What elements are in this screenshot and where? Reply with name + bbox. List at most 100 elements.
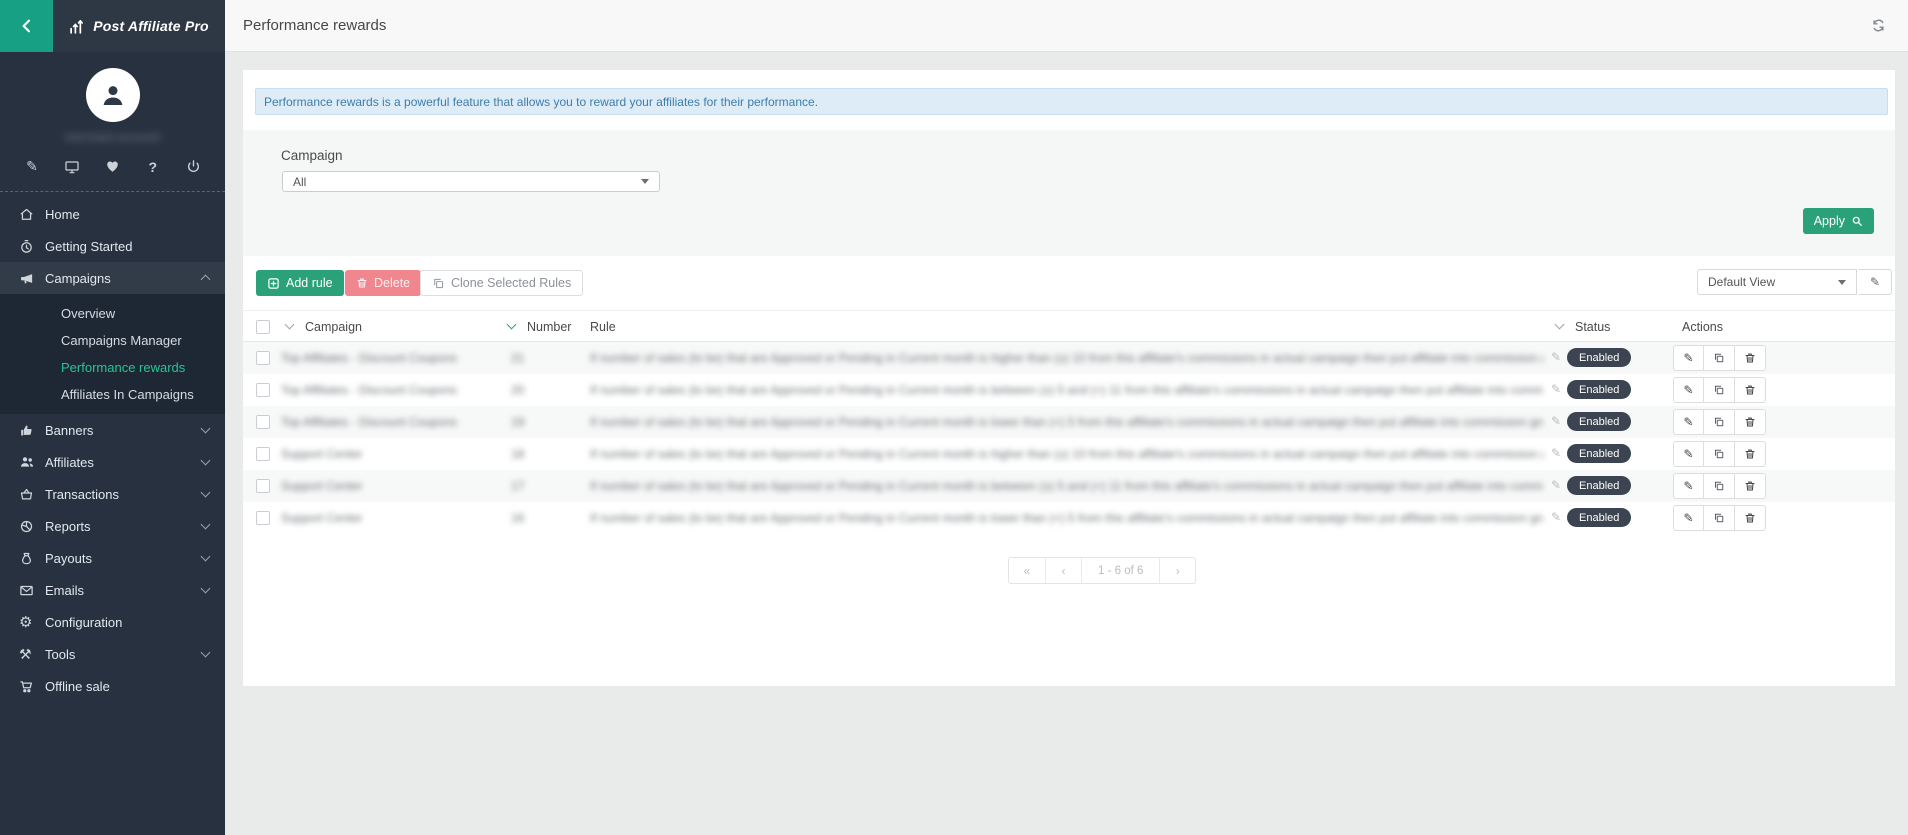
clone-icon xyxy=(1713,384,1725,396)
question-icon[interactable]: ? xyxy=(143,159,163,175)
edit-rule-button[interactable]: ✎ xyxy=(1673,441,1704,467)
sort-campaign-icon[interactable] xyxy=(285,320,295,330)
apply-button[interactable]: Apply xyxy=(1803,208,1874,234)
sidebar-divider xyxy=(0,191,225,192)
sidebar-item-offline-sale[interactable]: Offline sale xyxy=(0,670,225,702)
pencil-icon: ✎ xyxy=(1683,415,1693,429)
pagination-next-button[interactable]: › xyxy=(1159,558,1195,583)
edit-rule-button[interactable]: ✎ xyxy=(1673,345,1704,371)
chevron-down-icon xyxy=(201,488,211,498)
column-header-number[interactable]: Number xyxy=(527,320,571,334)
pencil-icon[interactable]: ✎ xyxy=(22,158,42,175)
add-rule-button[interactable]: Add rule xyxy=(256,270,344,296)
sidebar-item-home[interactable]: Home xyxy=(0,198,225,230)
row-checkbox[interactable] xyxy=(256,383,270,397)
view-selector-value: Default View xyxy=(1708,275,1775,289)
inline-edit-pencil-icon[interactable]: ✎ xyxy=(1551,382,1561,396)
search-icon xyxy=(1851,215,1863,227)
row-checkbox[interactable] xyxy=(256,479,270,493)
app-logo[interactable]: Post Affiliate Pro xyxy=(53,0,225,52)
sort-number-icon[interactable] xyxy=(507,320,517,330)
clone-icon xyxy=(1713,480,1725,492)
monitor-icon[interactable] xyxy=(62,159,82,175)
inline-edit-pencil-icon[interactable]: ✎ xyxy=(1551,414,1561,428)
select-all-checkbox[interactable] xyxy=(256,320,270,334)
refresh-icon[interactable] xyxy=(1871,18,1886,33)
number-cell: 21 xyxy=(511,351,524,365)
delete-rule-button[interactable] xyxy=(1735,345,1766,371)
edit-view-button[interactable]: ✎ xyxy=(1859,269,1892,295)
clone-selected-rules-button[interactable]: Clone Selected Rules xyxy=(420,270,583,296)
clone-rule-button[interactable] xyxy=(1704,473,1735,499)
pagination-first-button[interactable]: « xyxy=(1009,558,1045,583)
sidebar-item-tools[interactable]: ⚒ Tools xyxy=(0,638,225,670)
row-checkbox[interactable] xyxy=(256,415,270,429)
pagination-prev-button[interactable]: ‹ xyxy=(1045,558,1081,583)
row-actions: ✎ xyxy=(1673,377,1766,403)
sidebar-item-banners[interactable]: Banners xyxy=(0,414,225,446)
campaign-filter-select[interactable]: All xyxy=(282,171,660,192)
delete-rule-button[interactable] xyxy=(1735,505,1766,531)
sidebar-item-getting-started[interactable]: Getting Started xyxy=(0,230,225,262)
clone-rule-button[interactable] xyxy=(1704,377,1735,403)
pagination-range-label: 1 - 6 of 6 xyxy=(1081,558,1159,583)
view-selector[interactable]: Default View xyxy=(1697,269,1857,295)
stopwatch-icon xyxy=(19,239,45,254)
column-header-campaign[interactable]: Campaign xyxy=(305,320,362,334)
sort-status-icon[interactable] xyxy=(1555,320,1565,330)
pencil-icon: ✎ xyxy=(1683,511,1693,525)
clone-rule-button[interactable] xyxy=(1704,505,1735,531)
delete-button[interactable]: Delete xyxy=(345,270,421,296)
sidebar-item-payouts[interactable]: Payouts xyxy=(0,542,225,574)
sidebar-item-affiliates-in-campaigns[interactable]: Affiliates In Campaigns xyxy=(0,381,225,408)
inline-edit-pencil-icon[interactable]: ✎ xyxy=(1551,350,1561,364)
row-checkbox[interactable] xyxy=(256,447,270,461)
clone-rule-button[interactable] xyxy=(1704,441,1735,467)
clone-rule-button[interactable] xyxy=(1704,409,1735,435)
sidebar-item-overview[interactable]: Overview xyxy=(0,300,225,327)
sidebar-item-affiliates[interactable]: Affiliates xyxy=(0,446,225,478)
row-checkbox[interactable] xyxy=(256,511,270,525)
pagination: « ‹ 1 - 6 of 6 › xyxy=(1008,557,1196,584)
status-badge: Enabled xyxy=(1567,380,1631,399)
gear-icon: ⚙ xyxy=(19,613,45,631)
sidebar-item-performance-rewards[interactable]: Performance rewards xyxy=(0,354,225,381)
pencil-icon: ✎ xyxy=(1683,447,1693,461)
edit-rule-button[interactable]: ✎ xyxy=(1673,473,1704,499)
collapse-sidebar-button[interactable] xyxy=(0,0,53,52)
campaign-filter-value: All xyxy=(293,175,306,189)
delete-rule-button[interactable] xyxy=(1735,377,1766,403)
delete-rule-button[interactable] xyxy=(1735,441,1766,467)
edit-rule-button[interactable]: ✎ xyxy=(1673,377,1704,403)
edit-rule-button[interactable]: ✎ xyxy=(1673,505,1704,531)
delete-rule-button[interactable] xyxy=(1735,473,1766,499)
heartbeat-icon[interactable] xyxy=(103,159,123,174)
sidebar-item-emails[interactable]: Emails xyxy=(0,574,225,606)
inline-edit-pencil-icon[interactable]: ✎ xyxy=(1551,478,1561,492)
sidebar-header: Post Affiliate Pro xyxy=(0,0,225,52)
edit-rule-button[interactable]: ✎ xyxy=(1673,409,1704,435)
caret-down-icon xyxy=(1838,280,1846,285)
campaign-filter-label: Campaign xyxy=(281,148,343,163)
inline-edit-pencil-icon[interactable]: ✎ xyxy=(1551,510,1561,524)
column-header-rule[interactable]: Rule xyxy=(590,320,616,334)
campaign-cell: Support Center xyxy=(281,511,496,525)
clone-icon xyxy=(432,277,445,290)
sidebar-item-configuration[interactable]: ⚙ Configuration xyxy=(0,606,225,638)
clone-rule-button[interactable] xyxy=(1704,345,1735,371)
sidebar-item-campaigns[interactable]: Campaigns xyxy=(0,262,225,294)
column-header-status[interactable]: Status xyxy=(1575,320,1610,334)
row-checkbox[interactable] xyxy=(256,351,270,365)
avatar[interactable] xyxy=(86,68,140,122)
rule-cell: If number of sales (to be) that are Appr… xyxy=(590,383,1543,397)
sidebar-item-reports[interactable]: Reports xyxy=(0,510,225,542)
trash-icon xyxy=(1744,480,1756,492)
sidebar-item-campaigns-manager[interactable]: Campaigns Manager xyxy=(0,327,225,354)
quick-icons-row: ✎ ? xyxy=(0,144,225,175)
delete-rule-button[interactable] xyxy=(1735,409,1766,435)
power-icon[interactable] xyxy=(183,159,203,174)
inline-edit-pencil-icon[interactable]: ✎ xyxy=(1551,446,1561,460)
sidebar-item-transactions[interactable]: Transactions xyxy=(0,478,225,510)
chevron-down-icon xyxy=(201,648,211,658)
row-actions: ✎ xyxy=(1673,345,1766,371)
